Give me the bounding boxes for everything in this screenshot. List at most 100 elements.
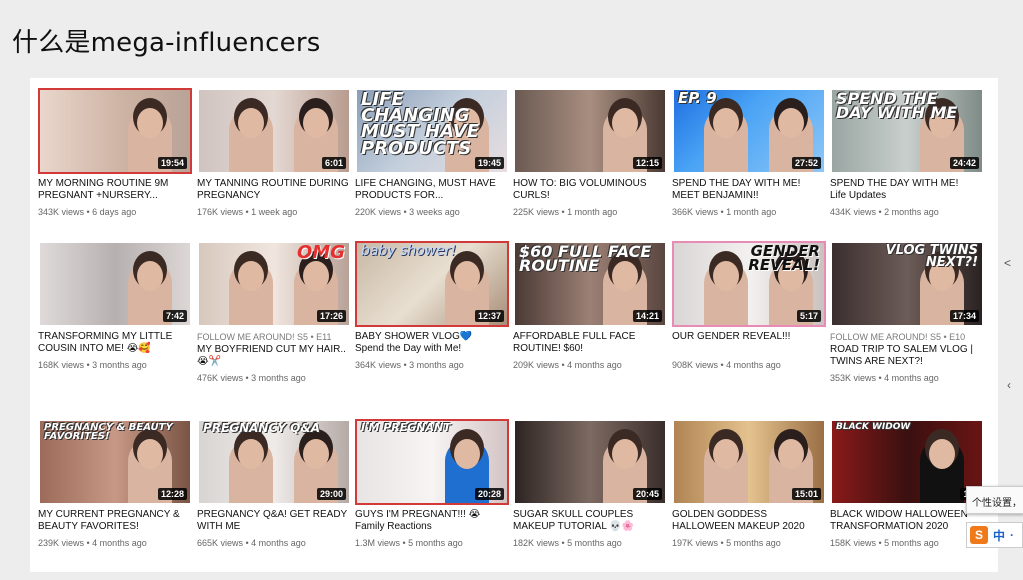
video-thumbnail[interactable]: OMG 17:26: [197, 241, 351, 327]
video-title-text: TRANSFORMING MY LITTLE COUSIN INTO ME! 😭…: [38, 331, 173, 354]
video-thumbnail[interactable]: PREGNANCY & BEAUTY FAVORITES! 12:28: [38, 419, 192, 505]
video-card[interactable]: VLOG TWINS NEXT?! 17:34 FOLLOW ME AROUND! …: [830, 241, 984, 383]
video-title-text: MY BOYFRIEND CUT MY HAIR.. 😭✂️: [197, 344, 346, 367]
video-card[interactable]: $60 FULL FACE ROUTINE 14:21 AFFORDABLE FUL…: [513, 241, 667, 370]
person-head: [303, 439, 329, 469]
slide-title: 什么是mega-influencers: [12, 28, 321, 58]
video-duration-badge: 19:54: [157, 157, 187, 169]
video-card[interactable]: SPEND THE DAY WITH ME 24:42 SPEND THE DAY …: [830, 88, 984, 217]
video-title-text: GOLDEN GODDESS HALLOWEEN MAKEUP 2020: [672, 509, 805, 532]
video-card[interactable]: 6:01 MY TANNING ROUTINE DURING PREGNANCY 1…: [197, 88, 351, 217]
person-head: [612, 108, 638, 138]
video-duration-badge: 15:01: [791, 488, 821, 500]
video-card[interactable]: I'M PREGNANT 20:28 GUYS I'M PREGNANT!!! 😭 F…: [355, 419, 509, 548]
video-title[interactable]: MY TANNING ROUTINE DURING PREGNANCY: [197, 178, 351, 202]
video-title-text: MY TANNING ROUTINE DURING PREGNANCY: [197, 178, 349, 201]
video-title[interactable]: GOLDEN GODDESS HALLOWEEN MAKEUP 2020: [672, 509, 826, 533]
video-duration-badge: 5:17: [796, 310, 821, 322]
video-card[interactable]: 15:01 GOLDEN GODDESS HALLOWEEN MAKEUP 202…: [672, 419, 826, 548]
video-card[interactable]: 12:15 HOW TO: BIG VOLUMINOUS CURLS! 225K v…: [513, 88, 667, 217]
video-duration-badge: 17:34: [949, 310, 979, 322]
video-card[interactable]: 7:42 TRANSFORMING MY LITTLE COUSIN INTO M…: [38, 241, 192, 370]
video-series-tag[interactable]: FOLLOW ME AROUND! S5 • E10: [830, 332, 984, 342]
video-title[interactable]: AFFORDABLE FULL FACE ROUTINE! $60!: [513, 331, 667, 355]
video-title[interactable]: BABY SHOWER VLOG💙 Spend the Day with Me!: [355, 331, 509, 355]
thumbnail-overlay-text: PREGNANCY Q&A: [203, 421, 321, 435]
video-title[interactable]: ROAD TRIP TO SALEM VLOG | TWINS ARE NEXT…: [830, 344, 984, 368]
video-title[interactable]: SPEND THE DAY WITH ME! Life Updates: [830, 178, 984, 202]
video-title[interactable]: LIFE CHANGING, MUST HAVE PRODUCTS FOR...: [355, 178, 509, 202]
ime-language-label[interactable]: 中: [993, 527, 1005, 544]
video-title[interactable]: BLACK WIDOW HALLOWEEN TRANSFORMATION 202…: [830, 509, 984, 533]
ime-extra: ·: [1010, 528, 1015, 542]
video-meta: 908K views • 4 months ago: [672, 360, 781, 370]
video-title-text: MY CURRENT PREGNANCY & BEAUTY FAVORITES!: [38, 509, 180, 532]
video-card[interactable]: EP. 9 27:52 SPEND THE DAY WITH ME! MEET BE…: [672, 88, 826, 217]
video-meta: 182K views • 5 months ago: [513, 538, 622, 548]
thumbnail-overlay-text: SPEND THE DAY WITH ME: [836, 89, 958, 123]
video-title[interactable]: MY BOYFRIEND CUT MY HAIR.. 😭✂️: [197, 344, 351, 368]
video-thumbnail[interactable]: $60 FULL FACE ROUTINE 14:21: [513, 241, 667, 327]
video-title[interactable]: MY CURRENT PREGNANCY & BEAUTY FAVORITES!: [38, 509, 192, 533]
video-duration-badge: 29:00: [316, 488, 346, 500]
video-series-tag[interactable]: FOLLOW ME AROUND! S5 • E11: [197, 332, 351, 342]
video-card[interactable]: 20:45 SUGAR SKULL COUPLES MAKEUP TUTORIAL…: [513, 419, 667, 548]
video-thumbnail[interactable]: 12:15: [513, 88, 667, 174]
video-card[interactable]: BLACK WIDOW11: BLACK WIDOW HALLOWEEN TRAN…: [830, 419, 984, 548]
video-card[interactable]: baby shower! 12:37 BABY SHOWER VLOG💙 Spend …: [355, 241, 509, 370]
video-card[interactable]: PREGNANCY Q&A 29:00 PREGNANCY Q&A! GET REA…: [197, 419, 351, 548]
video-title[interactable]: MY MORNING ROUTINE 9M PREGNANT +NURSERY.…: [38, 178, 192, 202]
video-duration-badge: 14:21: [632, 310, 662, 322]
video-thumbnail[interactable]: baby shower! 12:37: [355, 241, 509, 327]
video-title-text: BABY SHOWER VLOG💙: [355, 331, 473, 342]
video-card[interactable]: 19:54 MY MORNING ROUTINE 9M PREGNANT +NUR…: [38, 88, 192, 217]
video-meta: 366K views • 1 month ago: [672, 207, 777, 217]
person-head: [137, 108, 163, 138]
video-thumbnail[interactable]: LIFE CHANGING MUST HAVE PRODUCTS 19:45: [355, 88, 509, 174]
video-card[interactable]: LIFE CHANGING MUST HAVE PRODUCTS 19:45 LIF…: [355, 88, 509, 217]
video-title[interactable]: SUGAR SKULL COUPLES MAKEUP TUTORIAL 💀🌸: [513, 509, 667, 533]
video-title[interactable]: TRANSFORMING MY LITTLE COUSIN INTO ME! 😭…: [38, 331, 192, 355]
video-title[interactable]: OUR GENDER REVEAL!!!: [672, 331, 826, 355]
person-head: [137, 439, 163, 469]
video-duration-badge: 24:42: [949, 157, 979, 169]
video-thumbnail[interactable]: EP. 9 27:52: [672, 88, 826, 174]
video-thumbnail[interactable]: 20:45: [513, 419, 667, 505]
video-thumbnail[interactable]: 6:01: [197, 88, 351, 174]
video-card[interactable]: GENDER REVEAL! 5:17 OUR GENDER REVEAL!!! 90…: [672, 241, 826, 370]
video-grid-panel: 19:54 MY MORNING ROUTINE 9M PREGNANT +NUR…: [30, 78, 998, 572]
video-thumbnail[interactable]: BLACK WIDOW11:: [830, 419, 984, 505]
video-thumbnail[interactable]: SPEND THE DAY WITH ME 24:42: [830, 88, 984, 174]
video-title-text: LIFE CHANGING, MUST HAVE PRODUCTS FOR...: [355, 178, 496, 201]
video-meta: 176K views • 1 week ago: [197, 207, 298, 217]
scroll-right-icon[interactable]: <: [1004, 256, 1011, 270]
video-thumbnail[interactable]: I'M PREGNANT 20:28: [355, 419, 509, 505]
scroll-right-icon[interactable]: ‹: [1007, 378, 1011, 392]
person-head: [454, 439, 480, 469]
video-duration-badge: 6:01: [321, 157, 346, 169]
video-thumbnail[interactable]: VLOG TWINS NEXT?! 17:34: [830, 241, 984, 327]
thumbnail-overlay-text: EP. 9: [678, 89, 717, 107]
video-duration-badge: 27:52: [791, 157, 821, 169]
video-title[interactable]: GUYS I'M PREGNANT!!! 😭 Family Reactions: [355, 509, 509, 533]
video-title[interactable]: SPEND THE DAY WITH ME! MEET BENJAMIN!!: [672, 178, 826, 202]
video-card[interactable]: OMG 17:26 FOLLOW ME AROUND! S5 • E11 MY BOY…: [197, 241, 351, 383]
video-meta: 343K views • 6 days ago: [38, 207, 137, 217]
video-title-text: MY MORNING ROUTINE 9M PREGNANT +NURSERY.…: [38, 178, 169, 201]
video-duration-badge: 19:45: [474, 157, 504, 169]
video-card[interactable]: PREGNANCY & BEAUTY FAVORITES! 12:28 MY CUR…: [38, 419, 192, 548]
person-head: [137, 261, 163, 291]
video-duration-badge: 12:15: [632, 157, 662, 169]
video-title-text: HOW TO: BIG VOLUMINOUS CURLS!: [513, 178, 647, 201]
video-thumbnail[interactable]: 15:01: [672, 419, 826, 505]
video-thumbnail[interactable]: GENDER REVEAL! 5:17: [672, 241, 826, 327]
video-title[interactable]: HOW TO: BIG VOLUMINOUS CURLS!: [513, 178, 667, 202]
video-meta: 665K views • 4 months ago: [197, 538, 306, 548]
video-thumbnail[interactable]: 7:42: [38, 241, 192, 327]
ime-toolbar[interactable]: S 中 ·: [966, 522, 1023, 548]
video-meta: 197K views • 5 months ago: [672, 538, 781, 548]
video-meta: 168K views • 3 months ago: [38, 360, 147, 370]
video-thumbnail[interactable]: 19:54: [38, 88, 192, 174]
video-thumbnail[interactable]: PREGNANCY Q&A 29:00: [197, 419, 351, 505]
video-title[interactable]: PREGNANCY Q&A! GET READY WITH ME: [197, 509, 351, 533]
